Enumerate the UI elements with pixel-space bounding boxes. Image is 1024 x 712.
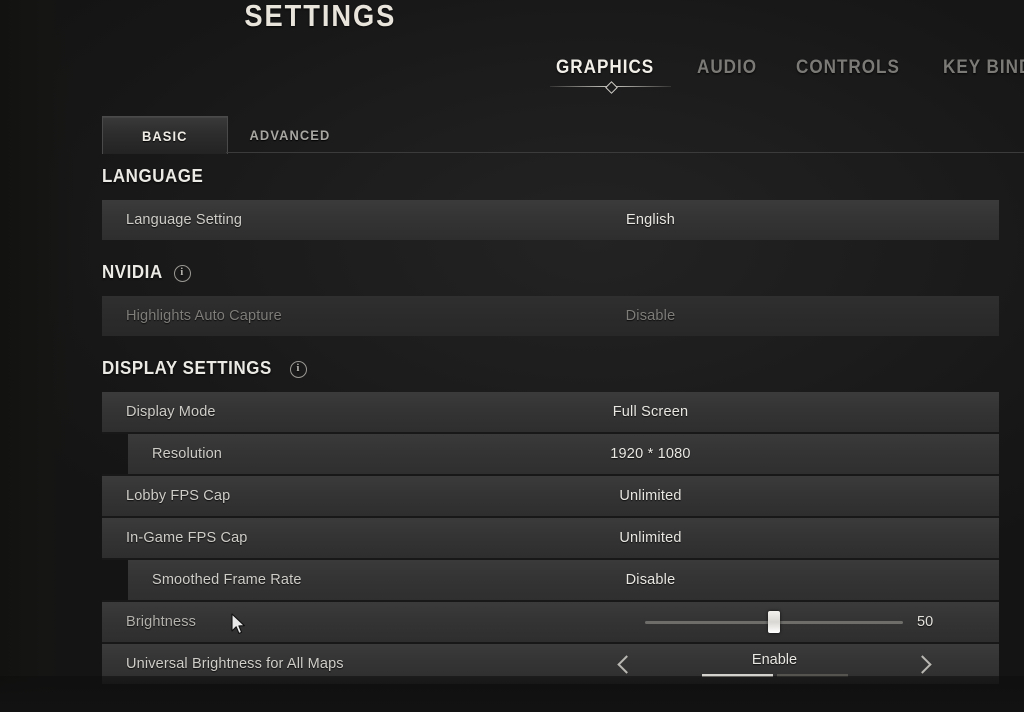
subtab-basic-label: BASIC (142, 127, 188, 144)
row-language-setting[interactable]: Language Setting English (102, 200, 999, 240)
subtab-basic[interactable]: BASIC (102, 116, 228, 154)
row-display-mode-value: Full Screen (102, 392, 999, 432)
row-display-mode-label: Display Mode (126, 404, 216, 420)
active-tab-indicator (550, 81, 672, 94)
tab-audio-label: AUDIO (697, 57, 758, 78)
row-ingame-fps-cap-value-text: Unlimited (619, 530, 682, 546)
row-lobby-fps-cap-label: Lobby FPS Cap (126, 488, 231, 504)
tab-graphics[interactable]: GRAPHICS (540, 55, 681, 94)
row-highlights-auto-capture-label: Highlights Auto Capture (126, 308, 282, 324)
section-header-display-settings: DISPLAY SETTINGS (102, 358, 1024, 379)
header: SETTINGS GRAPHICS AUDIO CONTROLS KEY BIN… (0, 0, 1024, 104)
info-icon[interactable] (173, 265, 191, 282)
row-lobby-fps-cap[interactable]: Lobby FPS Cap Unlimited (102, 476, 999, 516)
row-resolution[interactable]: Resolution 1920 * 1080 (128, 434, 999, 474)
row-ingame-fps-cap[interactable]: In-Game FPS Cap Unlimited (102, 518, 999, 558)
row-display-mode-value-text: Full Screen (612, 404, 689, 420)
subtab-divider (226, 152, 1024, 153)
chevron-left-icon[interactable] (612, 651, 638, 677)
brightness-slider-thumb[interactable] (768, 611, 780, 633)
row-brightness[interactable]: Brightness 50 (102, 602, 999, 642)
tab-graphics-label: GRAPHICS (556, 57, 655, 78)
settings-content: LANGUAGE Language Setting English NVIDIA… (0, 160, 1024, 684)
page-title-text: SETTINGS (244, 0, 396, 33)
page-title: SETTINGS (0, 0, 832, 34)
brightness-slider-value: 50 (917, 614, 934, 630)
letterbox-bottom (0, 676, 1024, 712)
section-header-nvidia-label: NVIDIA (102, 262, 163, 282)
section-header-nvidia: NVIDIA (102, 262, 1024, 283)
universal-brightness-value: Enable (751, 651, 798, 668)
settings-screen: SETTINGS GRAPHICS AUDIO CONTROLS KEY BIN… (0, 0, 1024, 712)
row-display-mode[interactable]: Display Mode Full Screen (102, 392, 999, 432)
row-lobby-fps-cap-value-text: Unlimited (619, 488, 682, 504)
row-ingame-fps-cap-label: In-Game FPS Cap (126, 530, 248, 546)
subtab-advanced-label: ADVANCED (249, 126, 331, 143)
subtab-advanced[interactable]: ADVANCED (228, 116, 352, 153)
row-language-setting-label: Language Setting (126, 212, 243, 228)
tab-controls-label: CONTROLS (795, 57, 900, 78)
tab-key-bindings[interactable]: KEY BINDINGS (927, 55, 1024, 81)
section-header-display-settings-label: DISPLAY SETTINGS (102, 358, 272, 378)
row-highlights-auto-capture[interactable]: Highlights Auto Capture Disable (102, 296, 999, 336)
tab-controls[interactable]: CONTROLS (780, 55, 927, 81)
row-smoothed-frame-rate[interactable]: Smoothed Frame Rate Disable (128, 560, 999, 600)
section-header-language-label: LANGUAGE (102, 166, 204, 186)
row-highlights-auto-capture-value-text: Disable (625, 308, 676, 324)
active-tab-diamond-icon (605, 81, 618, 94)
universal-brightness-stepper-center: Enable (701, 651, 848, 677)
row-smoothed-frame-rate-value-text: Disable (625, 572, 676, 588)
brightness-slider-track[interactable] (645, 611, 903, 633)
tab-audio[interactable]: AUDIO (681, 55, 780, 81)
sub-tab-bar: BASIC ADVANCED (102, 116, 352, 154)
row-resolution-value-text: 1920 * 1080 (610, 446, 691, 462)
main-tab-bar: GRAPHICS AUDIO CONTROLS KEY BINDINGS (540, 55, 1024, 94)
row-universal-brightness-label: Universal Brightness for All Maps (126, 656, 344, 672)
tab-key-bindings-label: KEY BINDINGS (943, 57, 1024, 78)
brightness-slider[interactable]: 50 (645, 602, 939, 642)
row-smoothed-frame-rate-label: Smoothed Frame Rate (152, 572, 302, 588)
row-language-setting-value-text: English (626, 212, 675, 228)
row-resolution-label: Resolution (152, 446, 223, 462)
section-header-language: LANGUAGE (102, 166, 1024, 187)
row-lobby-fps-cap-value: Unlimited (102, 476, 999, 516)
row-resolution-value: 1920 * 1080 (128, 434, 999, 474)
chevron-right-icon[interactable] (911, 651, 937, 677)
info-icon[interactable] (289, 361, 307, 378)
row-brightness-label: Brightness (126, 614, 197, 630)
